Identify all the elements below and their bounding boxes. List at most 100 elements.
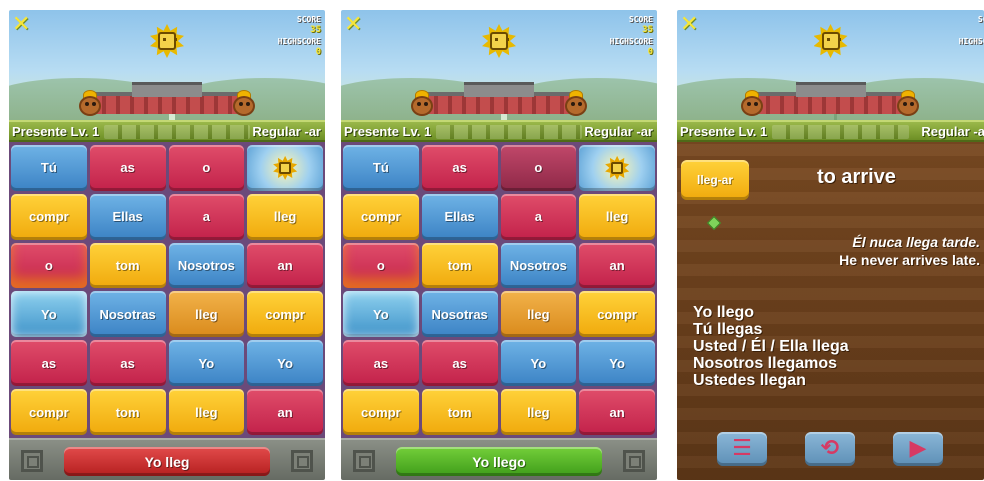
answer-bar[interactable]: Yo llego [396, 447, 602, 476]
word-tile[interactable]: an [579, 242, 655, 289]
word-tile[interactable]: Ellas [421, 193, 498, 240]
word-tile[interactable]: as [343, 340, 419, 387]
temple-illustration [424, 82, 574, 114]
word-tile[interactable]: lleg [579, 193, 655, 240]
stone-glyph-icon [21, 450, 43, 472]
sun-icon [605, 155, 630, 180]
word-tile[interactable]: lleg [500, 389, 577, 435]
word-tile[interactable]: Nosotras [421, 291, 498, 338]
word-tile[interactable]: Nosotras [89, 291, 166, 338]
score-value: 35 [642, 25, 653, 35]
word-tile[interactable]: Yo [579, 340, 655, 387]
word-tile[interactable]: compr [343, 389, 419, 435]
sun-emblem-icon [482, 24, 516, 58]
next-button[interactable]: ▶ [893, 432, 943, 466]
word-tile[interactable]: tom [89, 389, 166, 435]
stone-glyph-icon [623, 450, 645, 472]
study-screen: ✕ SCORE 35 HIGHSCORE 0 Presente Lv. 1 Re… [677, 10, 984, 480]
highscore-value: 0 [315, 47, 321, 57]
score-value: 35 [959, 25, 984, 36]
word-tile[interactable]: Ellas [89, 193, 166, 240]
word-tile[interactable]: lleg [168, 291, 245, 338]
close-icon[interactable]: ✕ [680, 14, 698, 36]
stone-glyph-icon [291, 450, 313, 472]
word-tile[interactable]: Tú [343, 145, 419, 191]
sun-tile[interactable] [579, 145, 655, 191]
mascot-right [563, 90, 589, 118]
conjugation-item: Usted / Él / Ella llega [693, 338, 849, 355]
level-strip: Presente Lv. 1 Regular -ar [677, 120, 984, 142]
word-tile[interactable]: compr [11, 193, 87, 240]
word-tile[interactable]: as [89, 340, 166, 387]
conjugation-item: Tú llegas [693, 321, 763, 338]
word-tile[interactable]: Yo [168, 340, 245, 387]
word-tile[interactable]: an [579, 389, 655, 435]
answer-bar[interactable]: Yo lleg [64, 447, 270, 476]
word-tile[interactable]: o [11, 242, 87, 289]
word-tile[interactable]: compr [579, 291, 655, 338]
word-tile[interactable]: as [11, 340, 87, 387]
score-value: 35 [310, 25, 321, 35]
word-tile[interactable]: o [343, 242, 419, 289]
level-strip: Presente Lv. 1 Regular -ar [9, 120, 325, 142]
tile-board: Tú as o compr Ellas a lleg o tom Nosotros an Yo Noso… [341, 142, 657, 438]
word-tile[interactable]: Yo [247, 340, 323, 387]
mascot-right [895, 90, 921, 118]
word-tile[interactable]: lleg [500, 291, 577, 338]
score-label: SCORE [628, 15, 653, 24]
score-label: SCORE [977, 15, 984, 24]
repeat-icon: ⟲ [820, 436, 840, 461]
sun-icon [273, 155, 298, 180]
word-tile[interactable]: Yo [343, 291, 419, 338]
conjugation-item: Ustedes llegan [693, 372, 806, 389]
next-icon: ▶ [909, 436, 927, 461]
word-tile[interactable]: as [421, 145, 498, 191]
verb-group-label: Regular -ar [921, 124, 984, 139]
conjugation-list: Yo llego Tú llegas Usted / Él / Ella lle… [693, 304, 849, 389]
word-tile[interactable]: Nosotros [500, 242, 577, 289]
game-screen-1: ✕ SCORE 35 HIGHSCORE 0 Presente Lv. 1 Re… [9, 10, 325, 480]
word-tile[interactable]: Nosotros [168, 242, 245, 289]
close-icon[interactable]: ✕ [344, 14, 362, 36]
close-icon[interactable]: ✕ [12, 14, 30, 36]
bottom-bar: Yo lleg [9, 438, 325, 480]
word-tile[interactable]: tom [421, 389, 498, 435]
word-tile[interactable]: a [500, 193, 577, 240]
word-tile[interactable]: compr [343, 193, 419, 240]
word-tile[interactable]: Yo [500, 340, 577, 387]
conjugation-item: Yo llego [693, 304, 755, 321]
word-tile[interactable]: Yo [11, 291, 87, 338]
word-tile[interactable]: an [247, 242, 323, 289]
highscore-label: HIGHSCORE [277, 37, 321, 46]
bottom-bar: Yo llego [341, 438, 657, 480]
word-tile[interactable]: as [89, 145, 166, 191]
score-panel: SCORE 35 HIGHSCORE 0 [278, 14, 321, 58]
word-tile[interactable]: o [500, 145, 577, 191]
word-tile[interactable]: compr [11, 389, 87, 435]
highscore-label: HIGHSCORE [609, 37, 653, 46]
tile-board: Tú as o compr Ellas a lleg o tom Nosotros an Yo Noso… [9, 142, 325, 438]
word-tile[interactable]: lleg [247, 193, 323, 240]
level-label: Presente Lv. 1 [12, 124, 100, 139]
word-tile[interactable]: Tú [11, 145, 87, 191]
word-tile[interactable]: as [421, 340, 498, 387]
verb-group-label: Regular -ar [252, 124, 321, 139]
score-label: SCORE [296, 15, 321, 24]
word-tile[interactable]: tom [421, 242, 498, 289]
highscore-value: 0 [647, 47, 653, 57]
highscore-label: HIGHSCORE [958, 37, 984, 46]
word-tile[interactable]: lleg [168, 389, 245, 435]
mascot-left [739, 90, 765, 118]
repeat-button[interactable]: ⟲ [805, 432, 855, 466]
verb-chip: lleg-ar [681, 160, 749, 200]
word-tile[interactable]: tom [89, 242, 166, 289]
word-tile[interactable]: an [247, 389, 323, 435]
word-tile[interactable]: a [168, 193, 245, 240]
word-tile[interactable]: o [168, 145, 245, 191]
sun-tile[interactable] [247, 145, 323, 191]
sky-background [677, 10, 984, 120]
mascot-left [77, 90, 103, 118]
word-tile[interactable]: compr [247, 291, 323, 338]
level-label: Presente Lv. 1 [680, 124, 768, 139]
menu-button[interactable]: ☰ [717, 432, 767, 466]
